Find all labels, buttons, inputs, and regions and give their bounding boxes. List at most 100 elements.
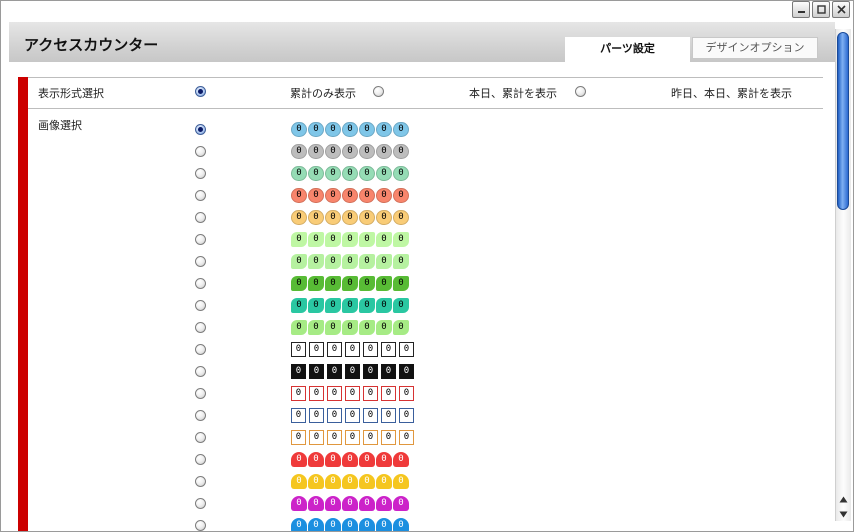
window-controls (792, 1, 850, 18)
vertical-scrollbar[interactable] (835, 29, 851, 521)
counter-digit: 0 (376, 452, 392, 467)
counter-digit: 0 (359, 518, 375, 531)
counter-digit: 0 (376, 276, 392, 291)
counter-digit: 0 (393, 298, 409, 313)
option-total-only-radio[interactable] (373, 86, 384, 97)
counter-digit: 0 (291, 386, 306, 401)
counter-digit: 0 (308, 210, 324, 225)
image-style-radio[interactable] (195, 146, 206, 157)
counter-digit: 0 (291, 452, 307, 467)
image-style-radio[interactable] (195, 344, 206, 355)
counter-digit: 0 (393, 518, 409, 531)
image-style-radio[interactable] (195, 454, 206, 465)
counter-digit: 0 (327, 342, 342, 357)
app-window: アクセスカウンター パーツ設定 デザインオプション 表示形式選択 累計のみ表示 … (0, 0, 854, 532)
counter-digit: 0 (399, 408, 414, 423)
counter-digit: 0 (342, 320, 358, 335)
counter-digit: 0 (345, 386, 360, 401)
arrow-down-icon (839, 511, 848, 517)
counter-digit: 0 (359, 188, 375, 203)
counter-digit: 0 (345, 430, 360, 445)
counter-preview: 0000000 (291, 144, 409, 159)
panel-header: アクセスカウンター パーツ設定 デザインオプション (9, 22, 835, 62)
counter-digit: 0 (393, 210, 409, 225)
image-style-radio[interactable] (195, 278, 206, 289)
counter-digit: 0 (381, 386, 396, 401)
counter-digit: 0 (376, 496, 392, 511)
image-style-radio[interactable] (195, 520, 206, 531)
counter-digit: 0 (308, 122, 324, 137)
image-style-radio[interactable] (195, 124, 206, 135)
counter-digit: 0 (342, 122, 358, 137)
counter-digit: 0 (327, 408, 342, 423)
image-style-radio[interactable] (195, 190, 206, 201)
counter-digit: 0 (308, 474, 324, 489)
counter-digit: 0 (376, 298, 392, 313)
counter-digit: 0 (291, 298, 307, 313)
image-style-radio[interactable] (195, 498, 206, 509)
tab-design-options[interactable]: デザインオプション (692, 37, 818, 59)
counter-digit: 0 (393, 144, 409, 159)
counter-digit: 0 (376, 144, 392, 159)
counter-digit: 0 (291, 474, 307, 489)
counter-preview: 0000000 (291, 232, 409, 247)
counter-digit: 0 (325, 232, 341, 247)
counter-preview: 0000000 (291, 518, 409, 531)
page-title: アクセスカウンター (24, 36, 159, 54)
counter-digit: 0 (342, 452, 358, 467)
counter-digit: 0 (345, 364, 360, 379)
counter-digit: 0 (325, 188, 341, 203)
image-style-radio[interactable] (195, 476, 206, 487)
counter-digit: 0 (381, 408, 396, 423)
counter-digit: 0 (325, 210, 341, 225)
image-style-radio[interactable] (195, 388, 206, 399)
image-style-radio[interactable] (195, 410, 206, 421)
counter-digit: 0 (363, 342, 378, 357)
counter-digit: 0 (393, 276, 409, 291)
minimize-button[interactable] (792, 1, 810, 18)
maximize-icon (816, 5, 826, 14)
image-style-radio[interactable] (195, 366, 206, 377)
counter-digit: 0 (359, 232, 375, 247)
divider (28, 77, 823, 78)
counter-digit: 0 (363, 408, 378, 423)
counter-preview: 0000000 (291, 122, 409, 137)
counter-digit: 0 (376, 166, 392, 181)
counter-digit: 0 (393, 452, 409, 467)
counter-digit: 0 (308, 518, 324, 531)
image-style-radio[interactable] (195, 432, 206, 443)
image-style-radio[interactable] (195, 234, 206, 245)
image-style-radio[interactable] (195, 212, 206, 223)
counter-digit: 0 (308, 254, 324, 269)
counter-digit: 0 (291, 430, 306, 445)
scroll-up-button[interactable] (836, 492, 851, 506)
counter-preview: 0000000 (291, 254, 409, 269)
counter-digit: 0 (393, 474, 409, 489)
counter-digit: 0 (359, 298, 375, 313)
counter-digit: 0 (342, 166, 358, 181)
image-style-radio[interactable] (195, 300, 206, 311)
maximize-button[interactable] (812, 1, 830, 18)
image-style-radio[interactable] (195, 256, 206, 267)
counter-digit: 0 (291, 496, 307, 511)
section-accent-bar (18, 77, 28, 531)
counter-digit: 0 (308, 276, 324, 291)
counter-digit: 0 (291, 342, 306, 357)
counter-digit: 0 (359, 254, 375, 269)
counter-digit: 0 (325, 320, 341, 335)
scrollbar-thumb[interactable] (837, 32, 849, 210)
counter-digit: 0 (381, 430, 396, 445)
counter-digit: 0 (325, 254, 341, 269)
image-style-radio[interactable] (195, 322, 206, 333)
counter-digit: 0 (291, 254, 307, 269)
display-format-radio[interactable] (195, 86, 206, 97)
close-button[interactable] (832, 1, 850, 18)
counter-digit: 0 (393, 188, 409, 203)
image-style-radio[interactable] (195, 168, 206, 179)
counter-digit: 0 (325, 452, 341, 467)
counter-digit: 0 (376, 320, 392, 335)
tab-parts-settings[interactable]: パーツ設定 (565, 37, 690, 62)
scroll-down-button[interactable] (836, 507, 851, 521)
counter-digit: 0 (342, 298, 358, 313)
option-today-total-radio[interactable] (575, 86, 586, 97)
